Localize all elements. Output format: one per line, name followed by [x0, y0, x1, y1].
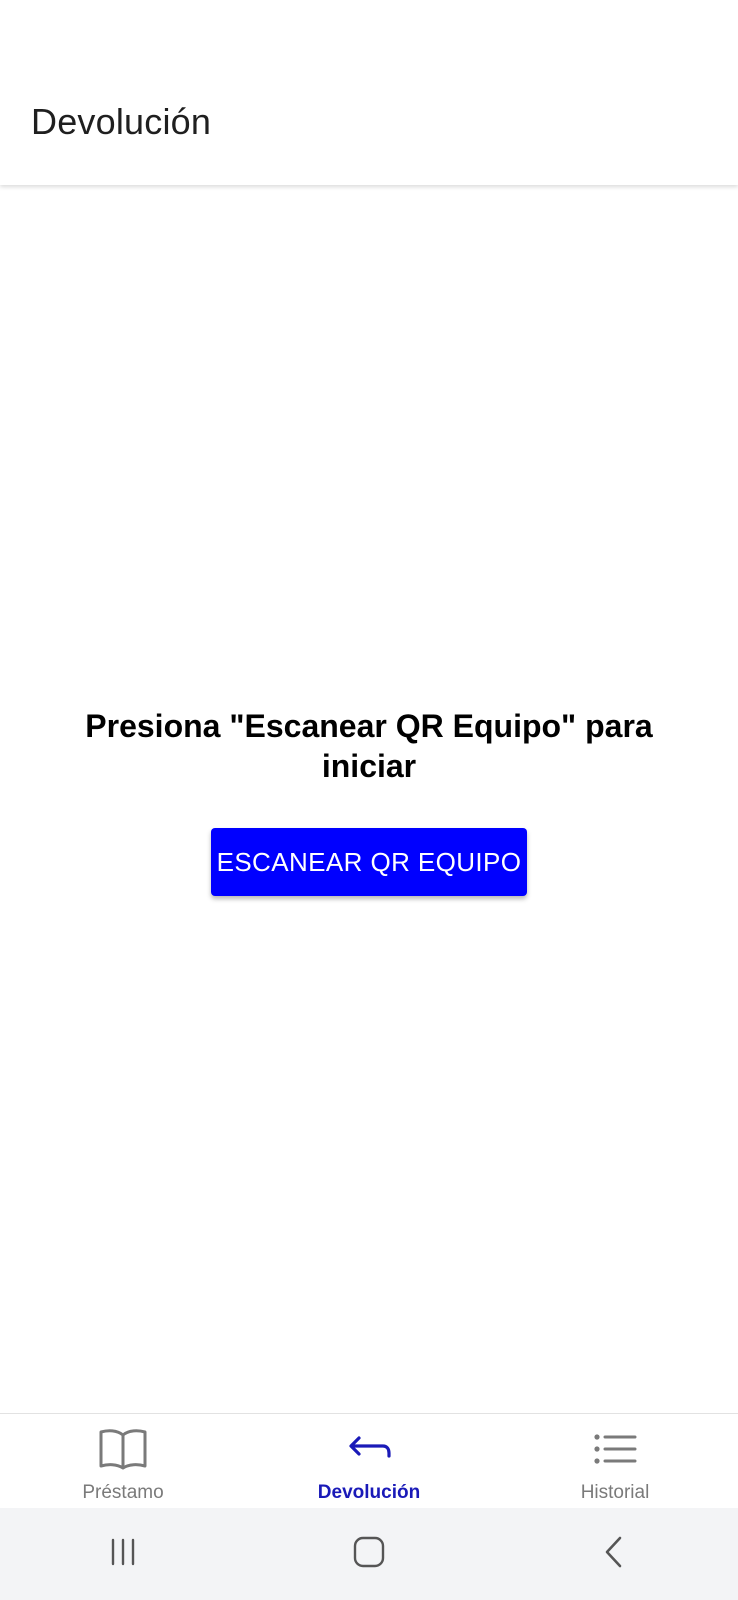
system-navigation-bar [0, 1508, 738, 1600]
tab-label: Préstamo [82, 1482, 164, 1503]
back-button[interactable] [492, 1508, 738, 1600]
home-button[interactable] [246, 1508, 492, 1600]
tab-devolucion[interactable]: Devolución [246, 1414, 492, 1508]
tab-label: Devolución [317, 1482, 421, 1503]
home-icon [352, 1535, 386, 1574]
list-icon [589, 1426, 641, 1472]
return-arrow-icon [343, 1426, 395, 1472]
screen: Devolución Presiona "Escanear QR Equipo"… [0, 0, 738, 1600]
recent-apps-icon [106, 1535, 140, 1574]
main-content: Presiona "Escanear QR Equipo" para inici… [0, 185, 738, 1413]
page-title: Devolución [31, 101, 212, 142]
back-icon [598, 1535, 632, 1574]
tab-label: Historial [580, 1482, 650, 1503]
instruction-text: Presiona "Escanear QR Equipo" para inici… [85, 708, 653, 784]
app-bar: Devolución [0, 0, 738, 185]
scan-qr-button[interactable]: ESCANEAR QR EQUIPO [211, 828, 527, 896]
book-open-icon [97, 1426, 149, 1472]
tab-historial[interactable]: Historial [492, 1414, 738, 1508]
recent-apps-button[interactable] [0, 1508, 246, 1600]
bottom-tab-bar: Préstamo Devolución Historial [0, 1413, 738, 1508]
tab-prestamo[interactable]: Préstamo [0, 1414, 246, 1508]
